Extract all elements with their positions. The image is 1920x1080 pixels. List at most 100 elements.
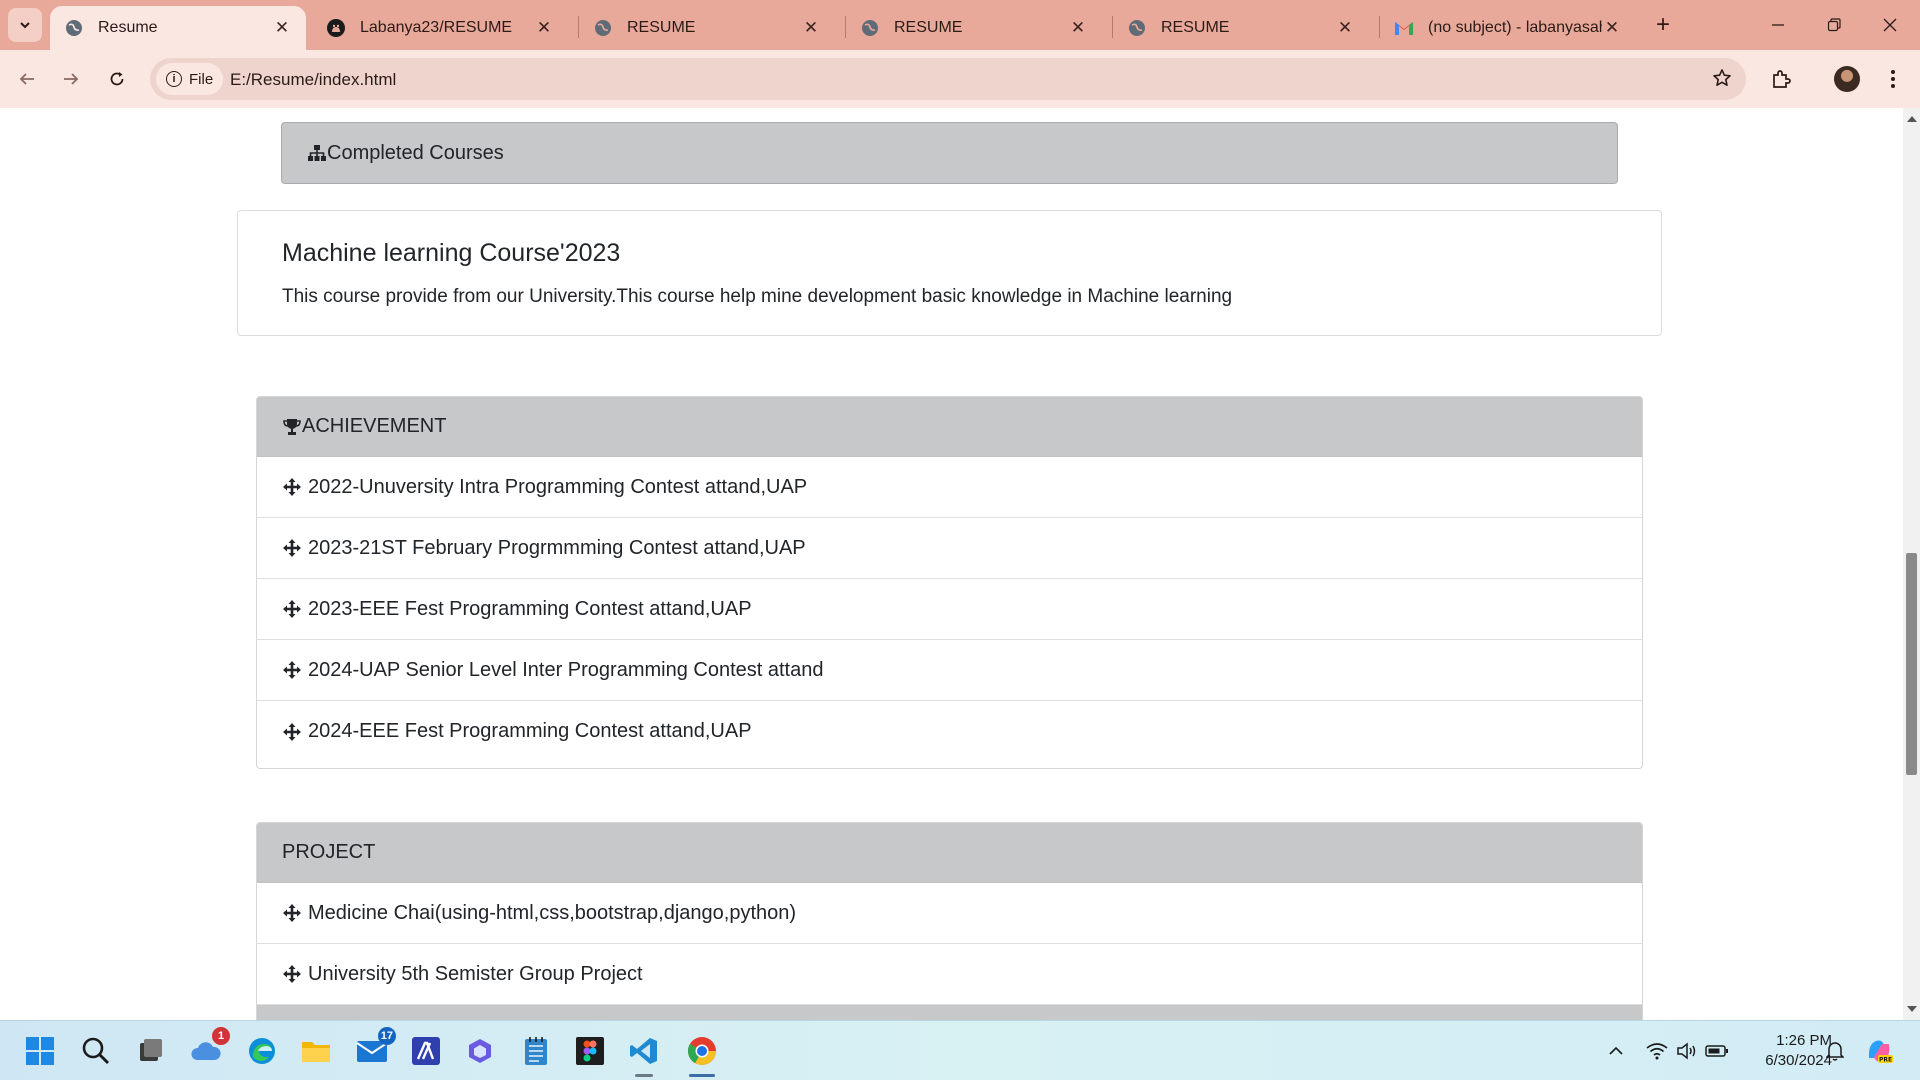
back-button[interactable] [10, 62, 44, 96]
page-viewport: Completed Courses Machine learning Cours… [0, 108, 1903, 1020]
globe-icon [593, 18, 613, 38]
file-explorer-icon[interactable] [298, 1033, 334, 1069]
arrows-move-icon [282, 903, 302, 923]
page-scrollbar[interactable] [1903, 108, 1920, 1020]
svg-text:PRE: PRE [1879, 1057, 1892, 1064]
project-header: PROJECT [257, 823, 1642, 883]
gmail-icon [1394, 18, 1414, 38]
reload-button[interactable] [100, 62, 134, 96]
puzzle-icon [1773, 70, 1791, 88]
tab-github[interactable]: Labanya23/RESUME ✕ [312, 6, 568, 50]
close-icon[interactable]: ✕ [534, 18, 554, 38]
running-indicator [635, 1074, 653, 1077]
info-icon: i [166, 71, 182, 87]
close-icon[interactable]: ✕ [1335, 18, 1355, 38]
tab-title: RESUME [1161, 19, 1230, 36]
achievement-item: 2023-EEE Fest Programming Contest attand… [257, 579, 1642, 640]
edge-icon[interactable] [244, 1033, 280, 1069]
achievement-item: 2023-21ST February Progrmmming Contest a… [257, 518, 1642, 579]
tab-resume-3[interactable]: RESUME ✕ [846, 6, 1102, 50]
browser-menu-button[interactable] [1876, 62, 1910, 96]
mail-icon[interactable]: 17 [354, 1027, 396, 1069]
battery-icon[interactable] [1704, 1039, 1730, 1063]
project-item: University 5th Semister Group Project [257, 944, 1642, 1005]
course-description: This course provide from our University.… [282, 286, 1233, 307]
start-icon[interactable] [22, 1033, 58, 1069]
tab-title: RESUME [627, 19, 696, 36]
minimize-button[interactable] [1750, 0, 1806, 50]
math-app-icon[interactable] [408, 1033, 444, 1069]
close-icon[interactable]: ✕ [801, 18, 821, 38]
tab-title: Resume [98, 19, 158, 36]
more-vertical-icon [1891, 70, 1895, 88]
volume-icon[interactable] [1674, 1039, 1700, 1063]
close-icon[interactable]: ✕ [272, 18, 292, 38]
tab-title: (no subject) - labanyasaha [1428, 19, 1602, 36]
arrow-left-icon [19, 73, 34, 85]
project-title: PROJECT [282, 841, 376, 863]
figma-icon[interactable] [572, 1033, 608, 1069]
tab-title: Labanya23/RESUME [360, 19, 513, 36]
achievement-text: 2022-Unuversity Intra Programming Contes… [308, 475, 808, 498]
tab-strip: Resume ✕ Labanya23/RESUME ✕ RESUME ✕ RES… [0, 0, 1920, 50]
completed-courses-header: Completed Courses [281, 122, 1618, 184]
arrows-move-icon [282, 599, 302, 619]
project-item: Medicine Chai(using-html,css,bootstrap,d… [257, 883, 1642, 944]
achievement-item: 2024-EEE Fest Programming Contest attand… [257, 701, 1642, 762]
completed-courses-title: Completed Courses [327, 141, 504, 164]
project-text: Medicine Chai(using-html,css,bootstrap,d… [308, 901, 797, 924]
wifi-icon[interactable] [1644, 1039, 1670, 1063]
clock-time: 1:26 PM [1776, 1032, 1832, 1049]
achievement-panel: ACHIEVEMENT 2022-Unuversity Intra Progra… [256, 396, 1643, 769]
site-info-chip[interactable]: i File [156, 63, 224, 95]
achievement-header: ACHIEVEMENT [257, 397, 1642, 457]
tab-resume-active[interactable]: Resume ✕ [50, 6, 306, 50]
chevron-down-icon [20, 22, 30, 29]
next-section-header [257, 1005, 1642, 1020]
clock-date: 6/30/2024 [1765, 1052, 1832, 1069]
globe-icon [64, 18, 84, 38]
task-view-icon[interactable] [132, 1033, 168, 1069]
arrows-move-icon [282, 660, 302, 680]
achievement-title: ACHIEVEMENT [302, 415, 447, 437]
close-icon[interactable]: ✕ [1068, 18, 1088, 38]
scroll-up-icon[interactable] [1907, 116, 1917, 122]
scroll-down-icon[interactable] [1907, 1006, 1917, 1012]
notification-badge: 1 [212, 1027, 230, 1045]
sitemap-icon [307, 143, 327, 163]
chrome-icon[interactable] [684, 1033, 720, 1077]
close-icon [1883, 18, 1897, 32]
forward-button[interactable] [54, 62, 88, 96]
notepad-icon[interactable] [518, 1033, 554, 1069]
tab-search-button[interactable] [8, 8, 42, 42]
tab-resume-4[interactable]: RESUME ✕ [1113, 6, 1369, 50]
url-text[interactable]: E:/Resume/index.html [230, 70, 396, 90]
tab-resume-2[interactable]: RESUME ✕ [579, 6, 835, 50]
notification-bell-icon[interactable] [1822, 1039, 1848, 1063]
new-tab-button[interactable]: + [1650, 11, 1676, 38]
arrows-move-icon [282, 722, 302, 742]
close-window-button[interactable] [1862, 0, 1918, 50]
profile-button[interactable] [1830, 62, 1864, 96]
restore-button[interactable] [1806, 0, 1862, 50]
address-bar[interactable]: i File E:/Resume/index.html [150, 58, 1746, 100]
close-icon[interactable]: ✕ [1602, 18, 1622, 38]
globe-icon [860, 18, 880, 38]
chevron-up-icon[interactable] [1604, 1039, 1628, 1063]
achievement-text: 2023-21ST February Progrmmming Contest a… [308, 536, 806, 559]
copilot-preview-icon[interactable]: PRE [1862, 1035, 1896, 1067]
bookmark-star-icon[interactable] [1712, 68, 1732, 93]
search-icon[interactable] [78, 1033, 114, 1069]
copilot-icon[interactable] [462, 1033, 498, 1069]
achievement-text: 2024-EEE Fest Programming Contest attand… [308, 720, 752, 742]
system-clock[interactable]: 1:26 PM 6/30/2024 [1742, 1031, 1832, 1071]
achievement-item: 2024-UAP Senior Level Inter Programming … [257, 640, 1642, 701]
achievement-item: 2022-Unuversity Intra Programming Contes… [257, 457, 1642, 518]
scheme-label: File [189, 70, 214, 88]
extensions-button[interactable] [1764, 62, 1798, 96]
project-panel: PROJECT Medicine Chai(using-html,css,boo… [256, 822, 1643, 1020]
vscode-icon[interactable] [626, 1033, 662, 1077]
tab-gmail[interactable]: (no subject) - labanyasaha ✕ [1380, 6, 1636, 50]
onedrive-icon[interactable]: 1 [188, 1027, 230, 1069]
scrollbar-thumb[interactable] [1906, 553, 1917, 775]
